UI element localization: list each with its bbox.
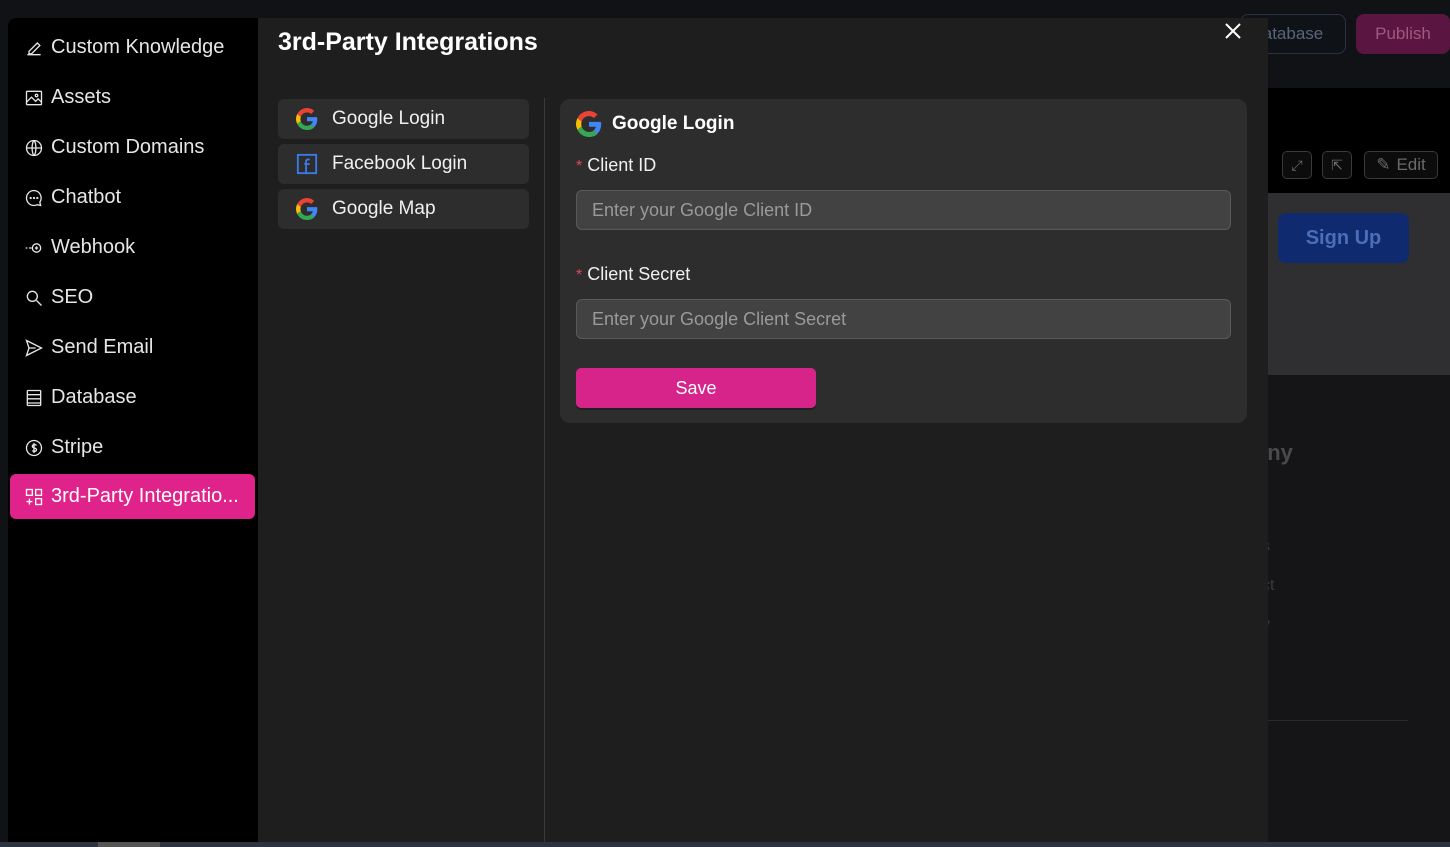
client-secret-input[interactable] xyxy=(576,299,1231,339)
integration-label: Google Login xyxy=(332,108,446,129)
sidebar-item-send-email[interactable]: Send Email xyxy=(10,325,255,370)
integration-item-google-map[interactable]: Google Map xyxy=(278,189,529,229)
sidebar-item-chatbot[interactable]: Chatbot xyxy=(10,175,255,220)
send-icon xyxy=(23,337,45,359)
client-id-label: * Client ID xyxy=(576,155,656,176)
dollar-icon xyxy=(23,437,45,459)
sidebar-item-label: SEO xyxy=(51,286,94,308)
google-icon xyxy=(296,108,318,130)
sidebar-item-3rd-party-integrations[interactable]: 3rd-Party Integratio... xyxy=(10,474,255,519)
sidebar-item-assets[interactable]: Assets xyxy=(10,75,255,120)
database-icon xyxy=(23,387,45,409)
sidebar-item-label: Stripe xyxy=(51,436,104,458)
sidebar-item-label: Custom Domains xyxy=(51,136,205,158)
required-marker: * xyxy=(576,158,583,175)
editor-panel xyxy=(1268,88,1450,198)
facebook-icon xyxy=(296,153,318,175)
select-icon[interactable]: ⇱ xyxy=(1322,151,1352,179)
close-button[interactable] xyxy=(1220,18,1246,44)
edit-button[interactable]: ✎ Edit xyxy=(1364,151,1438,179)
google-icon xyxy=(576,111,602,137)
card-title: Google Login xyxy=(612,113,735,134)
resize-icon[interactable]: ⤢ xyxy=(1282,151,1312,179)
sidebar-item-stripe[interactable]: Stripe xyxy=(10,425,255,470)
client-id-input[interactable] xyxy=(576,190,1231,230)
globe-icon xyxy=(23,137,45,159)
sidebar-item-label: Custom Knowledge xyxy=(51,36,225,58)
integration-label: Facebook Login xyxy=(332,153,468,174)
integrations-modal: Custom Knowledge Assets Custom Domains C… xyxy=(8,18,1268,842)
sidebar-item-label: Webhook xyxy=(51,236,136,258)
sidebar-item-label: Chatbot xyxy=(51,186,122,208)
integration-item-google-login[interactable]: Google Login xyxy=(278,99,529,139)
edit-label: Edit xyxy=(1396,155,1426,174)
pencil-icon: ✎ xyxy=(1376,155,1391,174)
integration-label: Google Map xyxy=(332,198,436,219)
sidebar-item-database[interactable]: Database xyxy=(10,375,255,420)
webhook-icon xyxy=(23,237,45,259)
sidebar-item-seo[interactable]: SEO xyxy=(10,275,255,320)
sidebar-item-webhook[interactable]: Webhook xyxy=(10,225,255,270)
search-icon xyxy=(23,287,45,309)
required-marker: * xyxy=(576,267,583,284)
save-button[interactable]: Save xyxy=(576,368,816,408)
settings-sidebar: Custom Knowledge Assets Custom Domains C… xyxy=(8,18,258,842)
sidebar-item-custom-domains[interactable]: Custom Domains xyxy=(10,125,255,170)
panel-divider xyxy=(544,98,545,842)
google-icon xyxy=(296,198,318,220)
scrollbar-thumb[interactable] xyxy=(98,842,160,847)
sidebar-item-label: Database xyxy=(51,386,137,408)
google-login-card: Google Login *Client ID *Client Secret S… xyxy=(560,99,1247,423)
pencil-icon xyxy=(23,37,45,59)
sidebar-item-label: Send Email xyxy=(51,336,154,358)
sidebar-item-custom-knowledge[interactable]: Custom Knowledge xyxy=(10,25,255,70)
signup-button[interactable]: Sign Up xyxy=(1278,213,1409,263)
close-icon xyxy=(1225,23,1241,39)
client-id-label-text: Client ID xyxy=(587,155,657,175)
bottom-scrollbar-track xyxy=(0,842,1450,847)
image-icon xyxy=(23,87,45,109)
publish-button[interactable]: Publish xyxy=(1356,14,1450,54)
sidebar-item-label: 3rd-Party Integratio... xyxy=(51,485,239,507)
integration-item-facebook-login[interactable]: Facebook Login xyxy=(278,144,529,184)
grid-plus-icon xyxy=(23,486,45,508)
client-secret-label: * Client Secret xyxy=(576,264,690,285)
client-secret-label-text: Client Secret xyxy=(587,264,691,284)
chat-icon xyxy=(23,187,45,209)
footer-section xyxy=(1268,375,1450,847)
card-header: Google Login xyxy=(576,111,734,137)
modal-title: 3rd-Party Integrations xyxy=(278,28,538,56)
footer-divider xyxy=(1268,720,1408,721)
sidebar-item-label: Assets xyxy=(51,86,112,108)
